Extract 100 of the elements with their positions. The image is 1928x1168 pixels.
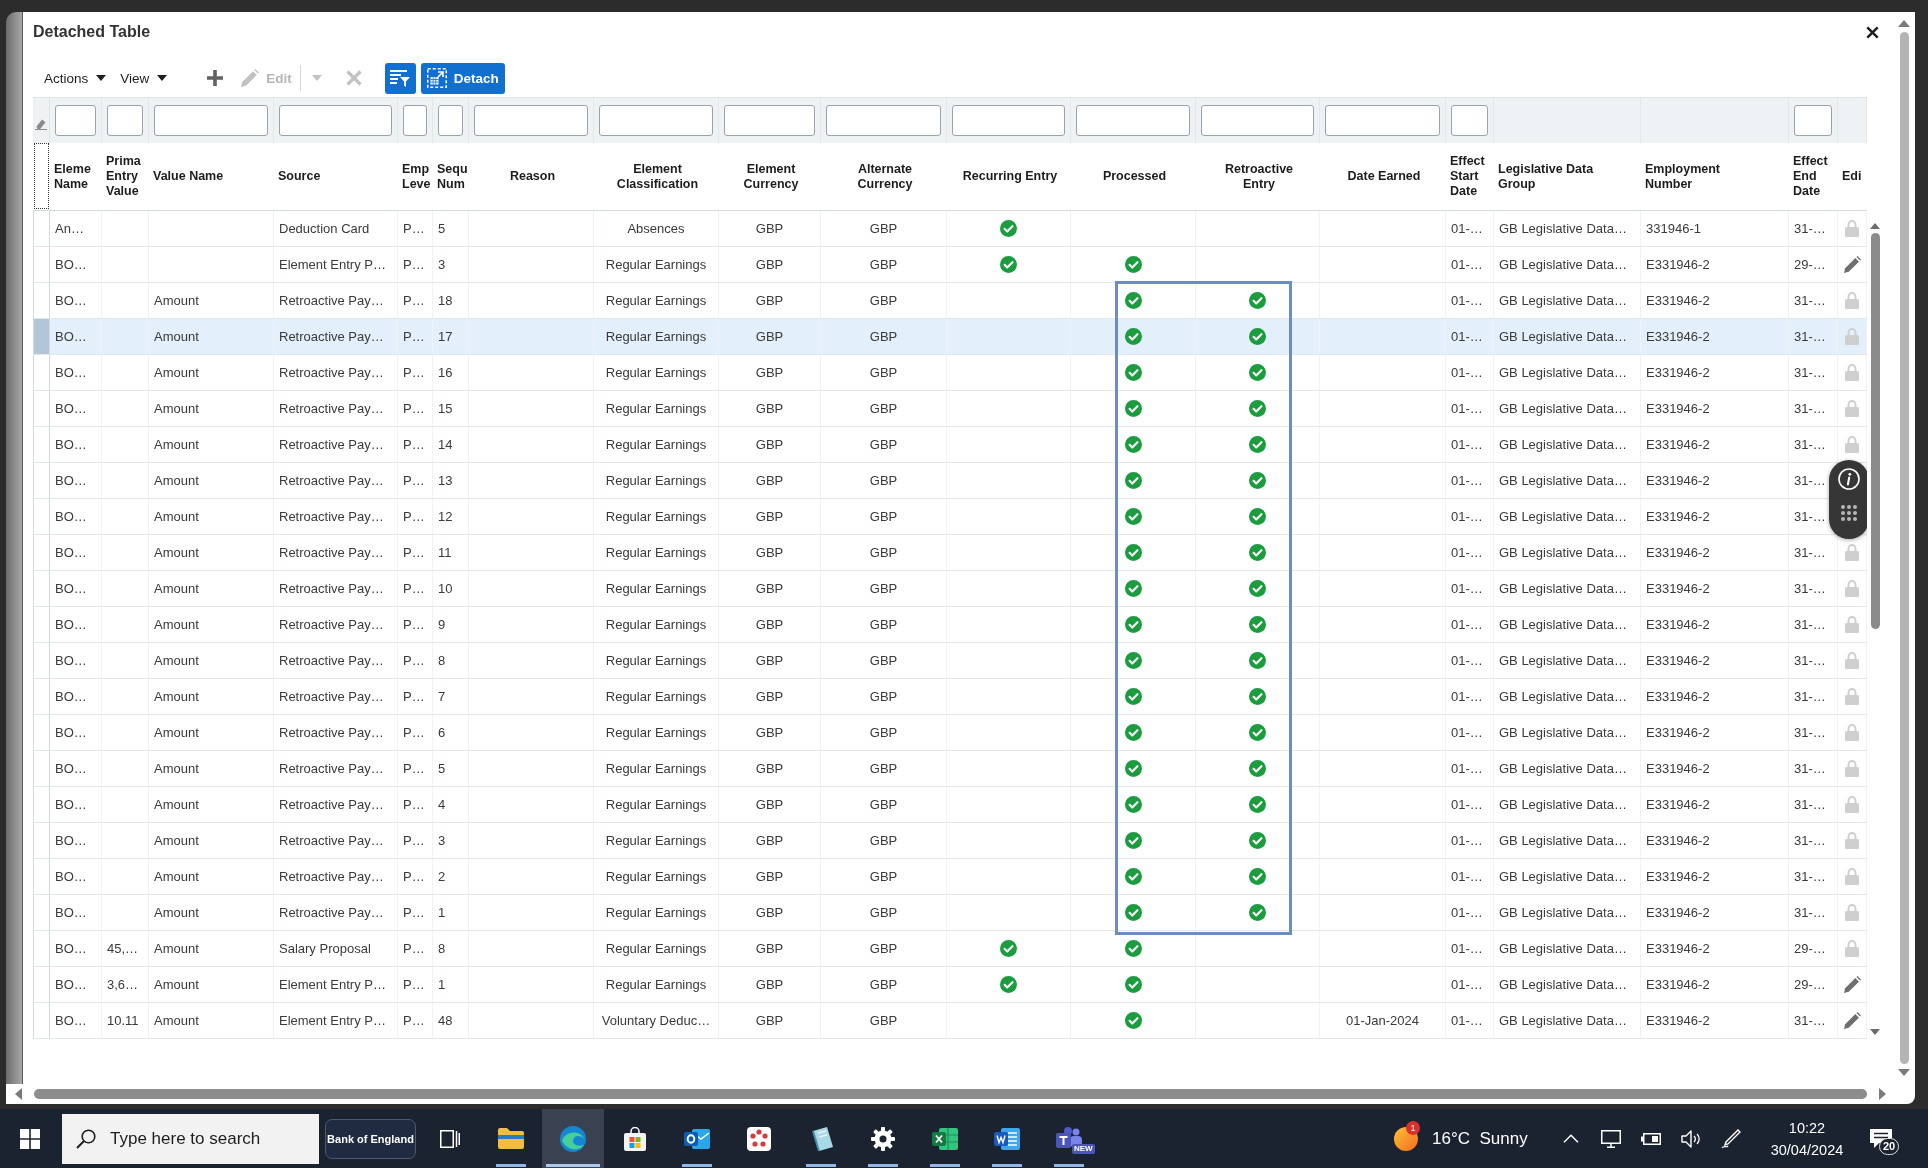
table-row[interactable]: BO… Amount Retroactive Pay… P… 13 Regular Earnings GBP GBP 01-… GB Legislative Data… E331946-2 31-… (33, 463, 1867, 499)
column-header[interactable]: Prima Entry Value (102, 143, 149, 210)
table-row[interactable]: BO… Amount Retroactive Pay… P… 1 Regular Earnings GBP GBP 01-… GB Legislative Data… E331946-2 31-… (33, 895, 1867, 931)
filter-button[interactable] (384, 62, 416, 94)
filter-field[interactable] (1201, 105, 1314, 136)
search-field[interactable]: Type here to search (62, 1113, 319, 1164)
table-cell: BO… (50, 715, 102, 750)
column-header[interactable]: Effect End Date (1789, 143, 1838, 210)
column-header[interactable]: Legislative Data Group (1494, 143, 1641, 210)
notifications-button[interactable]: 20 (1859, 1109, 1903, 1168)
column-header[interactable]: Recurring Entry (947, 143, 1071, 210)
scrollbar-thumb[interactable] (34, 1089, 1867, 1099)
table-row[interactable]: BO… Amount Retroactive Pay… P… 15 Regular Earnings GBP GBP 01-… GB Legislative Data… E331946-2 31-… (33, 391, 1867, 427)
table-cell: GB Legislative Data… (1494, 715, 1641, 750)
filter-field[interactable] (1451, 105, 1488, 136)
scroll-down-icon[interactable] (1898, 1069, 1910, 1076)
table-row[interactable]: BO… 45,… Amount Salary Proposal P… 8 Regular Earnings GBP GBP 01-… GB Legislative Data… E331946-2 29-… (33, 931, 1867, 967)
table-row[interactable]: BO… Amount Retroactive Pay… P… 16 Regular Earnings GBP GBP 01-… GB Legislative Data… E331946-2 31-… (33, 355, 1867, 391)
menu-button[interactable]: Actions (44, 64, 107, 92)
scroll-left-icon[interactable] (15, 1088, 22, 1100)
table-row[interactable]: BO… Amount Retroactive Pay… P… 2 Regular Earnings GBP GBP 01-… GB Legislative Data… E331946-2 31-… (33, 859, 1867, 895)
table-row[interactable]: BO… Amount Retroactive Pay… P… 8 Regular Earnings GBP GBP 01-… GB Legislative Data… E331946-2 31-… (33, 643, 1867, 679)
pencil-icon[interactable] (1843, 976, 1861, 993)
table-row[interactable]: BO… Amount Retroactive Pay… P… 12 Regular Earnings GBP GBP 01-… GB Legislative Data… E331946-2 31-… (33, 499, 1867, 535)
column-header[interactable]: Emp Leve (398, 143, 433, 210)
weather-widget[interactable]: 1 16°C Sunny (1388, 1109, 1538, 1168)
filter-field[interactable] (279, 105, 392, 136)
table-cell: GBP (821, 247, 947, 282)
column-header[interactable]: Employment Number (1641, 143, 1789, 210)
scroll-down-icon[interactable] (1870, 1029, 1880, 1035)
filter-field[interactable] (403, 105, 427, 136)
table-cell: 31-… (1789, 355, 1838, 390)
news-widget[interactable]: Bank of England (325, 1118, 416, 1159)
column-header[interactable]: Reason (469, 143, 594, 210)
column-header[interactable]: Alternate Currency (821, 143, 947, 210)
table-cell: Regular Earnings (594, 571, 719, 606)
filter-field[interactable] (599, 105, 713, 136)
filter-field[interactable] (1794, 105, 1832, 136)
table-row[interactable]: BO… Amount Retroactive Pay… P… 17 Regular Earnings GBP GBP 01-… GB Legislative Data… E331946-2 31-… (33, 319, 1867, 355)
table-row[interactable]: BO… Amount Retroactive Pay… P… 7 Regular Earnings GBP GBP 01-… GB Legislative Data… E331946-2 31-… (33, 679, 1867, 715)
column-header[interactable]: Effect Start Date (1446, 143, 1494, 210)
detach-button[interactable]: Detach (420, 62, 505, 94)
table-row[interactable]: BO… Amount Retroactive Pay… P… 3 Regular Earnings GBP GBP 01-… GB Legislative Data… E331946-2 31-… (33, 823, 1867, 859)
table-row[interactable]: BO… Amount Retroactive Pay… P… 14 Regular Earnings GBP GBP 01-… GB Legislative Data… E331946-2 31-… (33, 427, 1867, 463)
column-header[interactable]: Date Earned (1320, 143, 1446, 210)
table-cell: GB Legislative Data… (1494, 895, 1641, 930)
column-header[interactable]: Value Name (149, 143, 274, 210)
table-row[interactable]: BO… 3,6… Amount Element Entry P… P… 1 Regular Earnings GBP GBP 01-… GB Legislative Data… E331946-2 29-… (33, 967, 1867, 1003)
filter-field[interactable] (1076, 105, 1190, 136)
table-cell: Amount (149, 823, 274, 858)
scroll-up-icon[interactable] (1870, 223, 1880, 229)
table-cell: Amount (149, 283, 274, 318)
column-header[interactable]: Eleme Name (50, 143, 102, 210)
table-row[interactable]: BO… Amount Retroactive Pay… P… 4 Regular Earnings GBP GBP 01-… GB Legislative Data… E331946-2 31-… (33, 787, 1867, 823)
table-cell: GBP (719, 679, 821, 714)
column-header[interactable]: Source (274, 143, 398, 210)
column-header[interactable]: Retroactive Entry (1196, 143, 1320, 210)
eraser-icon[interactable] (35, 117, 47, 130)
menu-button[interactable]: View (120, 64, 168, 92)
table-cell: GB Legislative Data… (1494, 535, 1641, 570)
info-icon[interactable] (1838, 468, 1860, 490)
filter-field[interactable] (1325, 105, 1440, 136)
clock-button[interactable]: 10:22 30/04/2024 (1755, 1116, 1859, 1161)
table-row[interactable]: BO… Amount Retroactive Pay… P… 11 Regular Earnings GBP GBP 01-… GB Legislative Data… E331946-2 31-… (33, 535, 1867, 571)
close-icon (1865, 25, 1879, 39)
filter-field[interactable] (154, 105, 268, 136)
pencil-icon[interactable] (1843, 256, 1861, 273)
column-header[interactable]: Edi (1838, 143, 1867, 210)
pencil-icon[interactable] (1843, 1012, 1861, 1029)
filter-field[interactable] (107, 105, 143, 136)
column-header[interactable]: Processed (1071, 143, 1196, 210)
table-row[interactable]: BO… Amount Retroactive Pay… P… 6 Regular Earnings GBP GBP 01-… GB Legislative Data… E331946-2 31-… (33, 715, 1867, 751)
scrollbar-thumb[interactable] (1870, 233, 1880, 629)
table-row[interactable]: BO… 10.11 Amount Element Entry P… P… 48 Voluntary Deduc… GBP GBP 01-Jan-2024 01-… GB Legislative Data… E331946-2 31-… (33, 1003, 1867, 1039)
filter-field[interactable] (474, 105, 588, 136)
filter-field[interactable] (438, 105, 463, 136)
table-row[interactable]: BO… Amount Retroactive Pay… P… 5 Regular Earnings GBP GBP 01-… GB Legislative Data… E331946-2 31-… (33, 751, 1867, 787)
scrollbar-thumb[interactable] (1899, 32, 1909, 1064)
filter-field[interactable] (826, 105, 941, 136)
keypad-icon[interactable] (1841, 505, 1857, 521)
table-row[interactable]: BO… Element Entry P… P… 3 Regular Earnings GBP GBP 01-… GB Legislative Data… E331946-2 29-… (33, 247, 1867, 283)
table-row[interactable]: An… Deduction Card P… 5 Absences GBP GBP 01-… GB Legislative Data… 331946-1 31-… (33, 211, 1867, 247)
table-row[interactable]: BO… Amount Retroactive Pay… P… 10 Regular Earnings GBP GBP 01-… GB Legislative Data… E331946-2 31-… (33, 571, 1867, 607)
table-cell: GBP (821, 463, 947, 498)
filter-field[interactable] (55, 105, 96, 136)
scroll-right-icon[interactable] (1879, 1088, 1886, 1100)
header-corner[interactable] (34, 143, 49, 209)
table-row[interactable]: BO… Amount Retroactive Pay… P… 18 Regular Earnings GBP GBP 01-… GB Legislative Data… E331946-2 31-… (33, 283, 1867, 319)
column-header[interactable]: Element Currency (719, 143, 821, 210)
table-cell: Regular Earnings (594, 967, 719, 1002)
scroll-up-icon[interactable] (1898, 20, 1910, 27)
column-header[interactable]: Sequ Num (433, 143, 469, 210)
filter-field[interactable] (952, 105, 1065, 136)
table-cell: GB Legislative Data… (1494, 211, 1641, 246)
filter-field[interactable] (724, 105, 815, 136)
app-button[interactable]: NEW (1038, 1109, 1100, 1168)
app-button[interactable] (542, 1109, 604, 1168)
table-row[interactable]: BO… Amount Retroactive Pay… P… 9 Regular Earnings GBP GBP 01-… GB Legislative Data… E331946-2 31-… (33, 607, 1867, 643)
column-header[interactable]: Element Classification (594, 143, 719, 210)
table-cell: Retroactive Pay… (274, 319, 398, 354)
